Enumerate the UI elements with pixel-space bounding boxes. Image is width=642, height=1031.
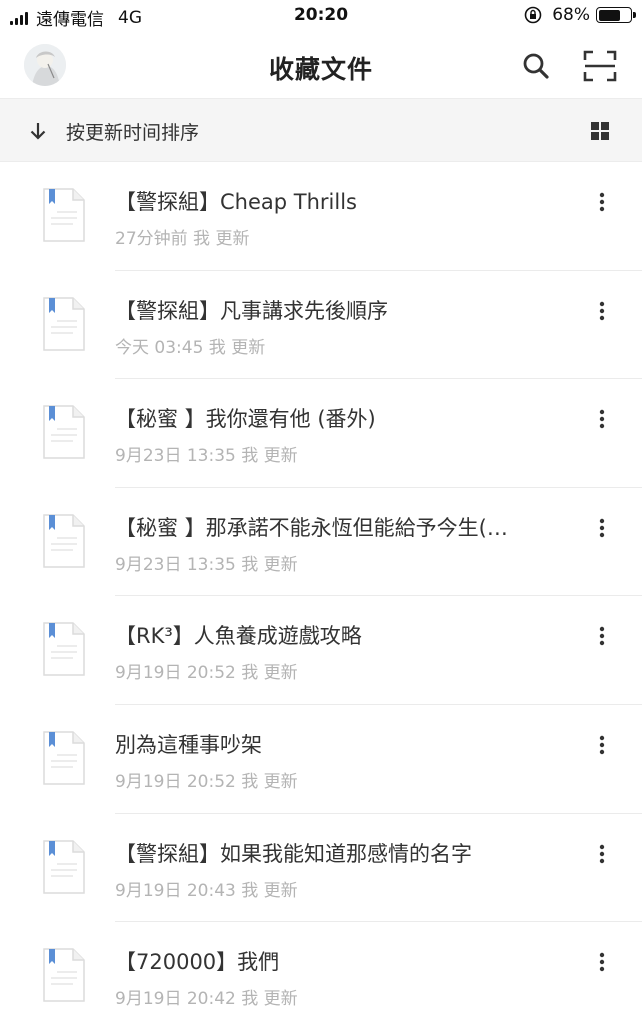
file-list-item[interactable]: 別為這種事吵架 9月19日 20:52 我 更新 [0, 705, 642, 814]
file-list: 【警探組】Cheap Thrills 27分钟前 我 更新 【警探組】凡事講求先… [0, 162, 642, 1031]
document-icon [43, 514, 85, 568]
file-list-item[interactable]: 【RK³】人魚養成遊戲攻略 9月19日 20:52 我 更新 [0, 596, 642, 705]
grid-view-button[interactable] [588, 119, 612, 143]
file-title: 【720000】我們 [115, 950, 280, 975]
sort-label[interactable]: 按更新时间排序 [66, 118, 199, 145]
file-title: 【警探組】Cheap Thrills [115, 190, 357, 214]
document-icon [43, 296, 85, 351]
file-updated-meta: 9月23日 13:35 我 更新 [115, 446, 298, 467]
file-updated-meta: 27分钟前 我 更新 [115, 229, 250, 249]
arrow-down-icon[interactable] [28, 121, 48, 141]
file-list-item[interactable]: 【秘蜜 】那承諾不能永恆但能給予今生(… 9月23日 13:35 我 更新 [0, 488, 642, 597]
scan-icon [583, 50, 617, 82]
more-vertical-icon [599, 518, 605, 537]
more-vertical-icon [599, 952, 605, 972]
file-title: 【警探組】如果我能知道那感情的名字 [115, 841, 472, 866]
grid-view-icon [591, 122, 609, 140]
more-options-button[interactable] [588, 948, 616, 976]
document-icon [43, 622, 85, 677]
more-options-button[interactable] [588, 514, 616, 542]
sort-bar: 按更新时间排序 [0, 98, 642, 162]
file-list-item[interactable]: 【秘蜜 】我你還有他 (番外) 9月23日 13:35 我 更新 [0, 379, 642, 488]
file-title: 【秘蜜 】我你還有他 (番外) [115, 407, 376, 432]
document-icon [43, 948, 85, 1002]
document-icon [43, 405, 85, 459]
more-options-button[interactable] [588, 405, 616, 433]
file-updated-meta: 9月19日 20:52 我 更新 [115, 663, 298, 684]
battery-percent: 68% [552, 5, 590, 25]
search-icon [523, 53, 549, 79]
file-list-item[interactable]: 【警探組】Cheap Thrills 27分钟前 我 更新 [0, 162, 642, 271]
file-title: 【RK³】人魚養成遊戲攻略 [115, 624, 362, 649]
file-title: 別為這種事吵架 [115, 732, 262, 757]
more-options-button[interactable] [588, 188, 616, 216]
rotation-lock-icon [524, 6, 542, 24]
file-list-item[interactable]: 【720000】我們 9月19日 20:42 我 更新 [0, 922, 642, 1031]
file-updated-meta: 今天 03:45 我 更新 [115, 337, 266, 358]
app-header: 收藏文件 [0, 34, 642, 98]
more-options-button[interactable] [588, 840, 616, 868]
more-vertical-icon [599, 409, 605, 429]
file-list-item[interactable]: 【警探組】如果我能知道那感情的名字 9月19日 20:43 我 更新 [0, 814, 642, 923]
file-updated-meta: 9月19日 20:42 我 更新 [115, 989, 298, 1010]
document-icon [43, 188, 85, 242]
more-options-button[interactable] [588, 297, 616, 325]
document-icon [43, 839, 85, 894]
more-vertical-icon [599, 844, 605, 863]
file-updated-meta: 9月19日 20:43 我 更新 [115, 880, 298, 901]
scan-button[interactable] [582, 48, 618, 84]
battery-fill [598, 9, 620, 21]
file-title: 【警探組】凡事講求先後順序 [115, 298, 388, 323]
status-right: 68% [524, 5, 636, 25]
more-options-button[interactable] [588, 622, 616, 650]
file-updated-meta: 9月23日 13:35 我 更新 [115, 554, 298, 575]
more-vertical-icon [599, 627, 605, 646]
file-list-item[interactable]: 【警探組】凡事講求先後順序 今天 03:45 我 更新 [0, 271, 642, 380]
file-updated-meta: 9月19日 20:52 我 更新 [115, 771, 298, 792]
more-vertical-icon [599, 301, 605, 320]
file-title: 【秘蜜 】那承諾不能永恆但能給予今生(… [115, 515, 508, 540]
more-vertical-icon [599, 192, 605, 212]
status-bar: 遠傳電信 4G 20:20 68% [0, 0, 642, 34]
more-options-button[interactable] [588, 731, 616, 759]
search-button[interactable] [518, 48, 554, 84]
battery-icon [596, 7, 636, 23]
more-vertical-icon [599, 735, 605, 755]
document-icon [43, 731, 85, 785]
